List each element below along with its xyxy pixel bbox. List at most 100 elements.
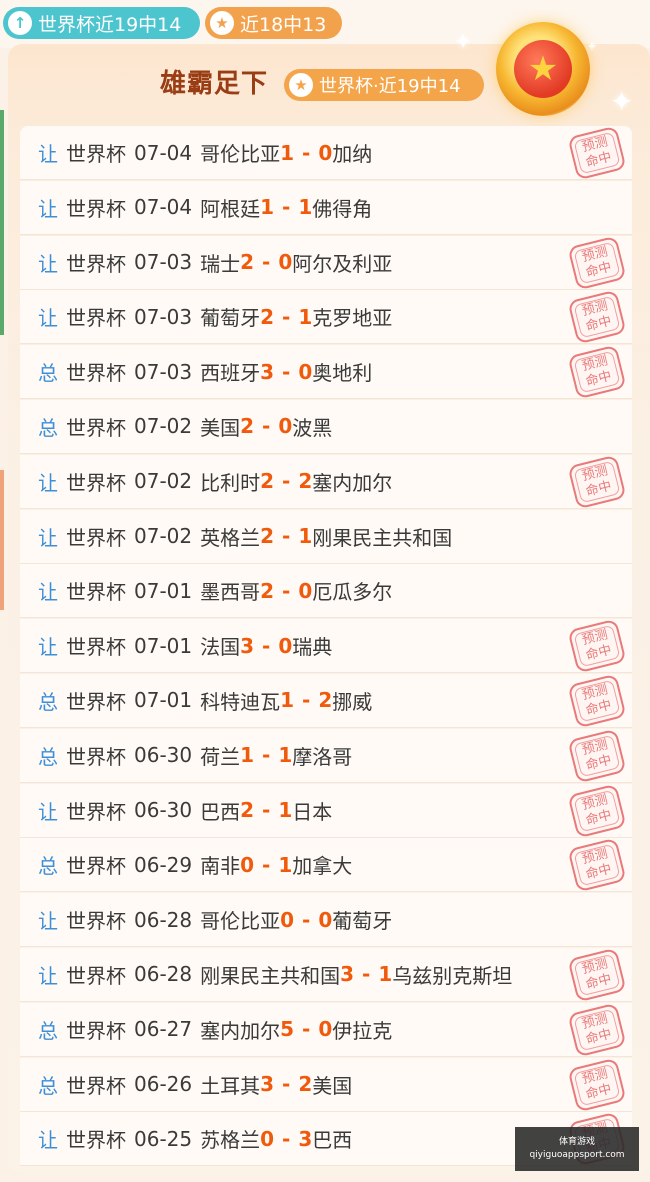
bet-type: 让 [38, 963, 58, 988]
prediction-row[interactable]: 总世界杯 06-27 塞内加尔 5-0 伊拉克 预测 命中 [20, 1002, 632, 1058]
sparkle-icon: ✦ [610, 85, 634, 118]
prediction-row[interactable]: 让世界杯 07-02 比利时 2-2 塞内加尔 预测 命中 [20, 454, 632, 510]
league-name: 世界杯 [66, 580, 126, 605]
prediction-row[interactable]: 总世界杯 07-02 美国 2-0 波黑 [20, 399, 632, 454]
home-score: 0 [260, 1126, 275, 1151]
bet-type: 让 [38, 1128, 58, 1153]
prediction-row[interactable]: 总世界杯 06-30 荷兰 1-1 摩洛哥 预测 命中 [20, 728, 632, 784]
filter-pill-worldcup[interactable]: ↑ 世界杯近19中14 [3, 7, 200, 39]
home-team: 哥伦比亚 [200, 142, 281, 166]
arrow-up-icon: ↑ [8, 11, 32, 35]
prediction-row[interactable]: 让世界杯 07-01 墨西哥 2-0 厄瓜多尔 [20, 564, 632, 619]
prediction-row[interactable]: 让世界杯 07-04 哥伦比亚 1-0 加纳 预测 命中 [20, 125, 632, 181]
score-separator: - [262, 852, 271, 877]
stamp-text: 预测 [580, 243, 610, 265]
prediction-hit-stamp: 预测命中 [567, 125, 627, 181]
away-score: 1 [278, 852, 293, 877]
score-separator: - [302, 140, 311, 165]
league-name: 世界杯 [66, 635, 126, 660]
league-name: 世界杯 [66, 1073, 126, 1098]
away-score: 2 [318, 688, 333, 713]
away-score: 0 [278, 414, 293, 439]
prediction-row[interactable]: 让世界杯 07-02 英格兰 2-1 刚果民主共和国 [20, 509, 632, 564]
watermark-line1: 体育游戏 [558, 1137, 595, 1147]
prediction-hit-stamp: 预测命中 [567, 235, 627, 290]
bet-type: 总 [38, 1073, 58, 1098]
away-team: 刚果民主共和国 [312, 525, 453, 550]
score-separator: - [282, 578, 291, 603]
home-team: 塞内加尔 [200, 1018, 281, 1043]
bet-type: 总 [38, 1018, 58, 1043]
match-date: 07-04 [134, 140, 193, 165]
away-score: 0 [298, 359, 313, 384]
match-date: 07-04 [134, 195, 193, 220]
sparkle-icon: ✦ [586, 39, 598, 55]
bet-type: 让 [38, 580, 58, 605]
match-date: 07-01 [134, 578, 193, 603]
prediction-row[interactable]: 让世界杯 07-01 法国 3-0 瑞典 预测 命中 [20, 618, 632, 674]
prediction-hit-stamp: 预测命中 [567, 1002, 627, 1058]
score-separator: - [282, 1072, 291, 1097]
home-score: 3 [240, 633, 255, 658]
prediction-row[interactable]: 让世界杯 06-28 刚果民主共和国 3-1 乌兹别克斯坦 预测 命中 [20, 947, 632, 1003]
bet-type: 总 [38, 854, 58, 879]
prediction-row[interactable]: 让世界杯 06-28 哥伦比亚 0-0 葡萄牙 [20, 893, 632, 948]
bet-type: 总 [38, 361, 58, 386]
watermark-line2: qiyiguoappsport.com [529, 1150, 625, 1160]
match-date: 06-28 [134, 907, 193, 932]
league-name: 世界杯 [66, 1018, 126, 1043]
home-score: 2 [240, 250, 255, 275]
away-team: 厄瓜多尔 [312, 580, 393, 605]
score-separator: - [262, 250, 271, 275]
match-date: 06-29 [134, 852, 193, 877]
league-name: 世界杯 [66, 909, 126, 934]
away-team: 乌兹别克斯坦 [392, 963, 513, 988]
away-team: 美国 [312, 1073, 353, 1098]
away-score: 0 [318, 140, 333, 165]
away-score: 1 [378, 962, 393, 987]
prediction-row[interactable]: 总世界杯 07-01 科特迪瓦 1-2 挪威 预测 命中 [20, 673, 632, 729]
league-name: 世界杯 [66, 799, 126, 824]
bet-type: 让 [38, 799, 58, 824]
match-date: 07-02 [134, 414, 193, 439]
match-date: 07-01 [134, 633, 193, 658]
away-score: 1 [298, 304, 313, 329]
home-team: 法国 [200, 635, 241, 660]
home-score: 2 [260, 524, 275, 549]
star-icon: ★ [210, 11, 234, 35]
match-date: 07-02 [134, 469, 193, 494]
bet-type: 让 [38, 909, 58, 934]
background-edge-left [0, 110, 4, 335]
stamp-text: 预测 [580, 737, 610, 758]
match-date: 06-27 [134, 1017, 193, 1042]
prediction-row[interactable]: 让世界杯 06-30 巴西 2-1 日本 预测 命中 [20, 783, 632, 838]
away-team: 巴西 [312, 1128, 353, 1153]
prediction-row[interactable]: 总世界杯 06-26 土耳其 3-2 美国 预测 命中 [20, 1057, 632, 1112]
filter-pill-recent[interactable]: ★ 近18中13 [205, 7, 342, 39]
score-separator: - [302, 688, 311, 713]
prediction-row[interactable]: 让世界杯 07-03 葡萄牙 2-1 克罗地亚 预测 命中 [20, 289, 632, 345]
bet-type: 总 [38, 689, 58, 714]
stamp-text: 命中 [584, 314, 614, 336]
sparkle-icon: ✦ [454, 30, 473, 55]
watermark: 体育游戏 qiyiguoappsport.com [515, 1127, 639, 1171]
home-score: 3 [340, 962, 355, 987]
league-name: 世界杯 [66, 361, 126, 386]
home-score: 0 [280, 907, 295, 932]
away-score: 1 [298, 195, 313, 220]
prediction-hit-stamp: 预测命中 [567, 947, 627, 1003]
home-score: 5 [280, 1017, 295, 1042]
match-date: 06-30 [134, 798, 193, 823]
home-team: 比利时 [200, 470, 261, 495]
stamp-text: 命中 [584, 697, 614, 719]
stamp-text: 预测 [580, 353, 610, 375]
stamp-text: 预测 [580, 956, 610, 978]
prediction-row[interactable]: 总世界杯 06-29 南非 0-1 加拿大 预测 命中 [20, 837, 632, 893]
prediction-row[interactable]: 总世界杯 07-03 西班牙 3-0 奥地利 预测 命中 [20, 344, 632, 400]
home-score: 1 [280, 140, 295, 165]
bet-type: 让 [38, 635, 58, 660]
score-separator: - [282, 359, 291, 384]
prediction-row[interactable]: 让世界杯 07-03 瑞士 2-0 阿尔及利亚 预测 命中 [20, 235, 632, 290]
score-separator: - [262, 414, 271, 439]
prediction-row[interactable]: 让世界杯 07-04 阿根廷 1-1 佛得角 [20, 180, 632, 235]
